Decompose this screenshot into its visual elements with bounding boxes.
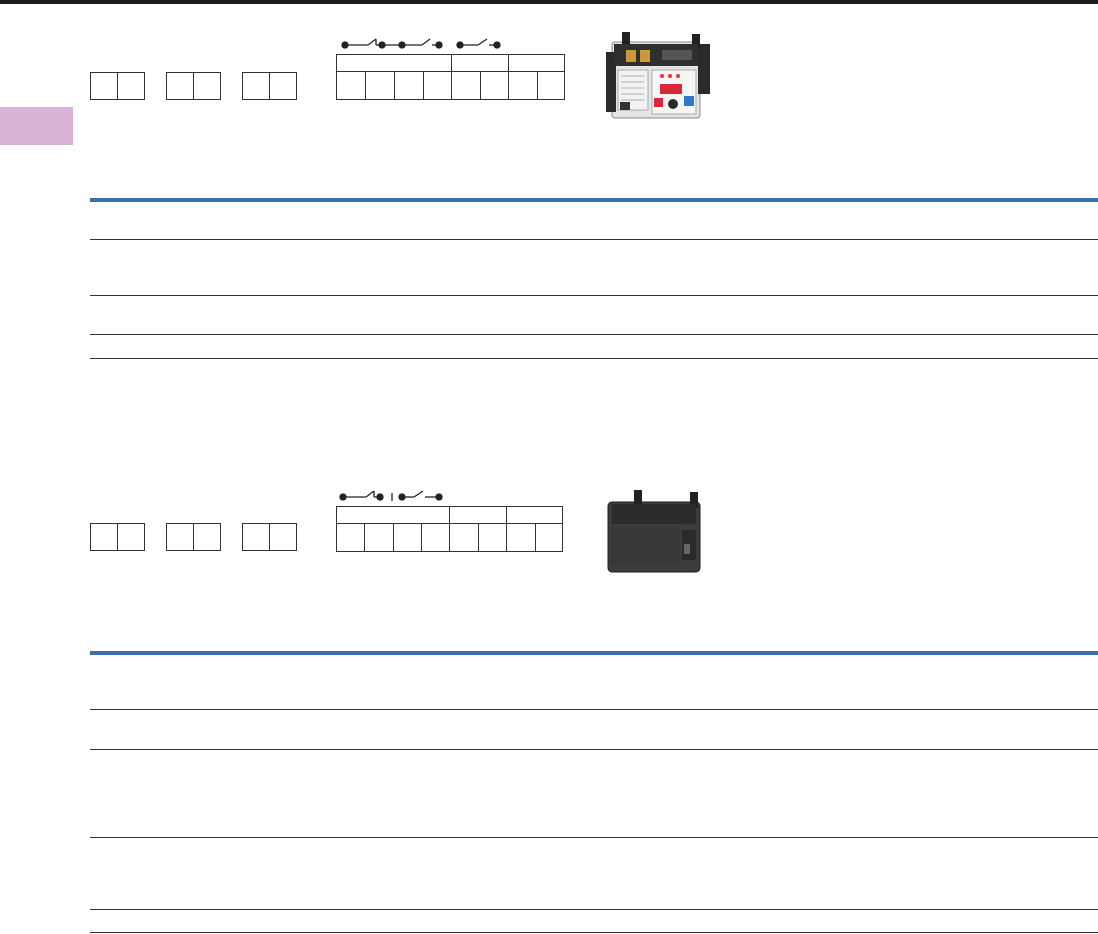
table-2-header-rule [90, 651, 1098, 655]
catalog-box [242, 72, 270, 100]
contact-grid-cell [365, 71, 395, 100]
catalog-box [90, 523, 118, 551]
contact-grid-cell [394, 71, 424, 100]
table-1-header-rule [90, 198, 1098, 202]
nc-contact-symbol [341, 38, 386, 49]
catalog-box-group-1 [90, 523, 145, 551]
contact-grid-cell [535, 523, 563, 552]
table-2-row-rule [90, 932, 1098, 933]
contact-symbols-2 [339, 490, 443, 501]
product-image-relay-display [606, 32, 710, 119]
table-2-row-rule [90, 837, 1098, 838]
table-2-row-rule [90, 749, 1098, 750]
catalog-box-group-2 [166, 523, 221, 551]
table-2-row-rule [90, 909, 1098, 910]
catalog-box-group-2 [166, 72, 221, 100]
catalog-box-group-3 [242, 523, 297, 551]
contact-grid-header [451, 54, 509, 72]
contact-grid-cell [537, 71, 565, 100]
contact-symbols-1 [341, 38, 501, 49]
catalog-box [193, 523, 221, 551]
catalog-box [242, 523, 270, 551]
table-1-row-rule [90, 334, 1098, 335]
contact-grid-cell [480, 71, 509, 100]
contact-grid-header [508, 54, 565, 72]
product-image-relay-covered [607, 490, 701, 573]
contact-grid-header [506, 506, 563, 524]
catalog-box [90, 72, 118, 100]
contact-grid-cell [336, 523, 365, 552]
contact-grid-cell [421, 523, 450, 552]
contact-grid-cell [506, 523, 536, 552]
catalog-box-group-1 [90, 72, 145, 100]
table-2-row-rule [90, 709, 1098, 710]
contact-grid-cell [336, 71, 366, 100]
contact-grid-cell [508, 71, 538, 100]
catalog-box [117, 72, 145, 100]
no-contact-symbol [382, 38, 443, 49]
catalog-box [166, 72, 194, 100]
catalog-box [166, 523, 194, 551]
contact-grid-cell [423, 71, 452, 100]
no-contact-symbol [456, 38, 501, 49]
contact-grid-header [336, 506, 450, 524]
nc-contact-symbol [339, 490, 384, 501]
catalog-box-group-3 [242, 72, 297, 100]
catalog-box [117, 523, 145, 551]
catalog-box [193, 72, 221, 100]
contact-grid-cell [364, 523, 394, 552]
page-top-rule [0, 0, 1098, 4]
table-1-row-rule [90, 358, 1098, 359]
catalog-box [269, 72, 297, 100]
contact-grid-header [336, 54, 452, 72]
contact-grid-cell [449, 523, 479, 552]
no-contact-symbol [398, 490, 443, 501]
contact-grid-cell [393, 523, 422, 552]
table-1-row-rule [90, 239, 1098, 240]
table-1-row-rule [90, 295, 1098, 296]
contact-grid-cell [478, 523, 507, 552]
contact-grid-header [449, 506, 507, 524]
section-tab [0, 107, 73, 145]
contact-grid-cell [451, 71, 481, 100]
catalog-box [269, 523, 297, 551]
